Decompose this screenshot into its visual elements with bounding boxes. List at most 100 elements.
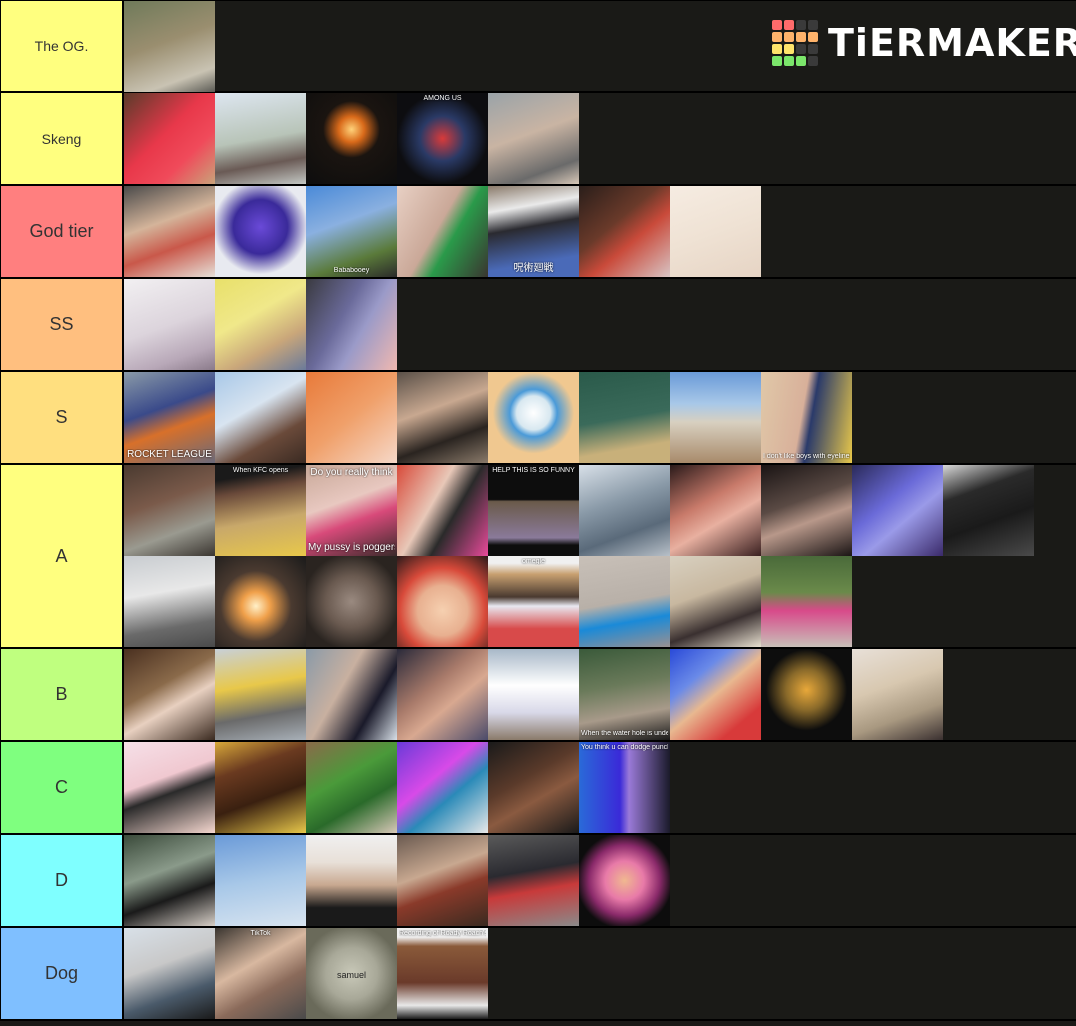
tier-label[interactable]: C bbox=[1, 742, 124, 833]
tier-row: God tier Bababooey 呪術廻戦 bbox=[1, 186, 1076, 279]
tier-label[interactable]: S bbox=[1, 372, 124, 463]
tier-item-image[interactable] bbox=[124, 465, 215, 556]
logo-grid-cell bbox=[796, 56, 806, 66]
tier-item-image[interactable] bbox=[670, 556, 761, 647]
tier-item-image[interactable] bbox=[488, 649, 579, 740]
tier-item-image[interactable] bbox=[488, 93, 579, 184]
tier-row: D bbox=[1, 835, 1076, 928]
tile-caption: Bababooey bbox=[333, 267, 370, 274]
tier-row: B When the water hole is under attack bbox=[1, 649, 1076, 742]
tier-item-image[interactable] bbox=[943, 465, 1034, 556]
tier-label[interactable]: The OG. bbox=[1, 1, 124, 91]
tile-caption: Recording of Roady Roach's "Sailor" bbox=[399, 930, 486, 937]
tier-item-image[interactable] bbox=[397, 649, 488, 740]
tier-item-image[interactable] bbox=[306, 742, 397, 833]
tier-item-image[interactable] bbox=[306, 372, 397, 463]
tier-item-image[interactable] bbox=[124, 928, 215, 1019]
tier-item-image[interactable] bbox=[215, 835, 306, 926]
tier-item-image[interactable] bbox=[124, 279, 215, 370]
tier-item-image[interactable] bbox=[761, 556, 852, 647]
tier-item-image[interactable]: Do you really think My pussy is poggers? bbox=[306, 465, 397, 556]
tier-item-image[interactable] bbox=[852, 465, 943, 556]
tier-item-image[interactable] bbox=[852, 649, 943, 740]
logo-text: TiERMAKER bbox=[828, 21, 1076, 65]
tier-item-image[interactable] bbox=[670, 465, 761, 556]
tier-item-image[interactable] bbox=[124, 186, 215, 277]
tiermaker-logo[interactable]: TiERMAKER bbox=[772, 20, 1076, 66]
tier-item-image[interactable]: HELP THIS IS SO FUNNY bbox=[488, 465, 579, 556]
tier-item-image[interactable] bbox=[488, 835, 579, 926]
tier-label[interactable]: God tier bbox=[1, 186, 124, 277]
tier-item-image[interactable] bbox=[215, 279, 306, 370]
tier-item-image[interactable] bbox=[215, 556, 306, 647]
tier-item-image[interactable] bbox=[488, 742, 579, 833]
tier-item-image[interactable] bbox=[306, 835, 397, 926]
tier-item-image[interactable] bbox=[579, 835, 670, 926]
tier-item-image[interactable] bbox=[397, 372, 488, 463]
tier-label[interactable]: Dog bbox=[1, 928, 124, 1019]
logo-grid-cell bbox=[808, 56, 818, 66]
tier-item-image[interactable]: TikTok bbox=[215, 928, 306, 1019]
tier-item-image[interactable] bbox=[306, 649, 397, 740]
tile-caption: I don't like boys with eyeliner bbox=[763, 453, 850, 460]
tier-item-image[interactable] bbox=[215, 93, 306, 184]
tier-item-image[interactable] bbox=[579, 556, 670, 647]
tier-item-image[interactable] bbox=[306, 556, 397, 647]
logo-grid-cell bbox=[808, 32, 818, 42]
tier-item-image[interactable] bbox=[124, 93, 215, 184]
tier-item-image[interactable]: When KFC opens bbox=[215, 465, 306, 556]
tier-item-image[interactable] bbox=[124, 556, 215, 647]
tier-label[interactable]: D bbox=[1, 835, 124, 926]
tier-item-image[interactable] bbox=[215, 372, 306, 463]
tier-item-image[interactable] bbox=[397, 186, 488, 277]
tier-item-image[interactable] bbox=[579, 465, 670, 556]
tier-item-image[interactable]: You think u can dodge punches bbox=[579, 742, 670, 833]
logo-grid-cell bbox=[772, 56, 782, 66]
tier-items: ROCKET LEAGUE I don't like boys with eyel… bbox=[124, 372, 1076, 463]
tier-item-image[interactable] bbox=[215, 649, 306, 740]
logo-grid-cell bbox=[784, 44, 794, 54]
tier-item-image[interactable] bbox=[761, 649, 852, 740]
tier-label[interactable]: SS bbox=[1, 279, 124, 370]
tier-item-image[interactable] bbox=[579, 372, 670, 463]
tier-item-image[interactable] bbox=[670, 649, 761, 740]
tier-item-image[interactable] bbox=[397, 742, 488, 833]
tier-item-image[interactable] bbox=[306, 279, 397, 370]
tier-label[interactable]: Skeng bbox=[1, 93, 124, 184]
tier-items: Bababooey 呪術廻戦 bbox=[124, 186, 1076, 277]
tile-caption: Do you really think bbox=[310, 467, 393, 478]
tier-item-image[interactable]: Bababooey bbox=[306, 186, 397, 277]
tier-item-image[interactable]: I don't like boys with eyeliner bbox=[761, 372, 852, 463]
logo-grid-cell bbox=[772, 20, 782, 30]
tier-item-image[interactable] bbox=[215, 742, 306, 833]
tier-item-image[interactable] bbox=[124, 649, 215, 740]
tier-item-image[interactable] bbox=[124, 1, 215, 92]
tier-item-image[interactable] bbox=[124, 835, 215, 926]
logo-grid-cell bbox=[808, 44, 818, 54]
tier-item-image[interactable] bbox=[761, 465, 852, 556]
tier-label[interactable]: B bbox=[1, 649, 124, 740]
tier-items bbox=[124, 835, 1076, 926]
tier-item-image[interactable] bbox=[488, 372, 579, 463]
logo-grid-cell bbox=[796, 44, 806, 54]
tier-item-image[interactable] bbox=[579, 186, 670, 277]
tier-item-image[interactable]: When the water hole is under attack bbox=[579, 649, 670, 740]
tier-item-image[interactable]: Recording of Roady Roach's "Sailor" bbox=[397, 928, 488, 1019]
tier-row: Dog TikTok samuel Recording of Roady Roach'… bbox=[1, 928, 1076, 1021]
tier-item-image[interactable]: omegle bbox=[488, 556, 579, 647]
tier-item-image[interactable] bbox=[670, 372, 761, 463]
tier-row: SS bbox=[1, 279, 1076, 372]
tier-item-image[interactable] bbox=[397, 556, 488, 647]
tier-item-image[interactable]: AMONG US bbox=[397, 93, 488, 184]
tier-item-image[interactable] bbox=[670, 186, 761, 277]
tier-item-image[interactable]: 呪術廻戦 bbox=[488, 186, 579, 277]
tier-item-image[interactable] bbox=[124, 742, 215, 833]
tier-item-image[interactable] bbox=[306, 93, 397, 184]
tier-item-image[interactable]: ROCKET LEAGUE bbox=[124, 372, 215, 463]
tier-item-image[interactable]: samuel bbox=[306, 928, 397, 1019]
tier-item-image[interactable] bbox=[397, 835, 488, 926]
tier-item-image[interactable] bbox=[397, 465, 488, 556]
logo-grid-cell bbox=[808, 20, 818, 30]
tier-item-image[interactable] bbox=[215, 186, 306, 277]
tier-label[interactable]: A bbox=[1, 465, 124, 647]
